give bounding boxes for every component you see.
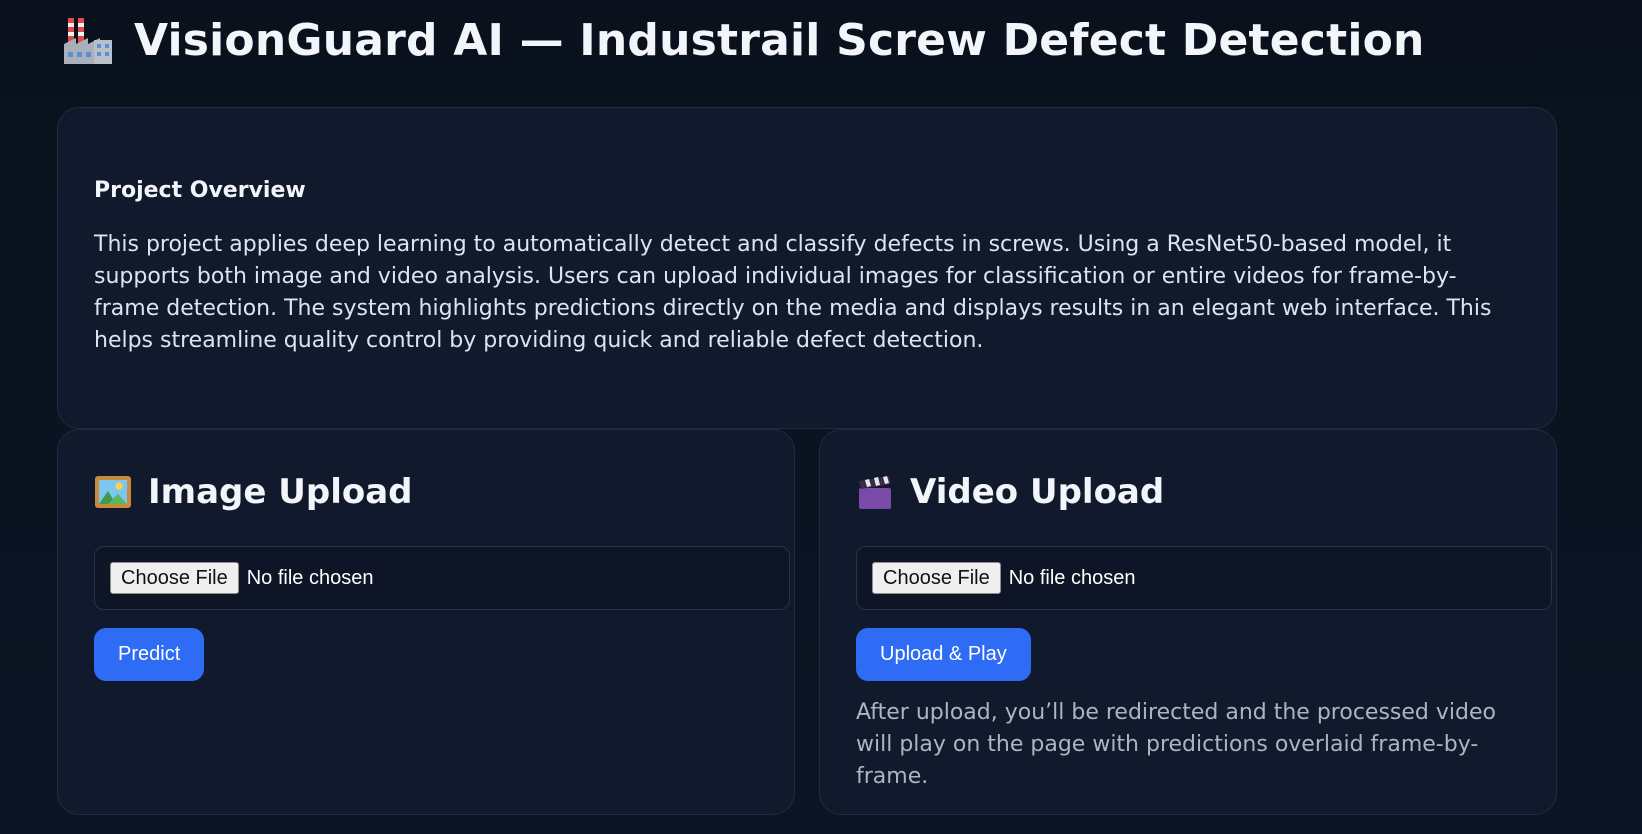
- image-file-input[interactable]: Choose File No file chosen: [94, 546, 790, 610]
- framed-picture-icon: [94, 473, 132, 511]
- video-file-status: No file chosen: [1008, 566, 1136, 589]
- header: VisionGuard AI — Industrail Screw Defect…: [62, 14, 1425, 66]
- video-file-input[interactable]: Choose File No file chosen: [856, 546, 1552, 610]
- project-overview-card: Project Overview This project applies de…: [57, 107, 1557, 429]
- predict-button[interactable]: Predict: [94, 628, 205, 681]
- image-file-status: No file chosen: [246, 566, 374, 589]
- overview-heading: Project Overview: [94, 178, 306, 203]
- image-upload-heading: Image Upload: [94, 470, 794, 514]
- upload-and-play-button[interactable]: Upload & Play: [856, 628, 1031, 681]
- video-upload-heading: Video Upload: [856, 470, 1556, 514]
- image-choose-file-button[interactable]: Choose File: [110, 562, 239, 594]
- video-upload-title: Video Upload: [910, 472, 1165, 512]
- page: VisionGuard AI — Industrail Screw Defect…: [0, 0, 1642, 834]
- clapper-board-icon: [856, 473, 894, 511]
- page-title: VisionGuard AI — Industrail Screw Defect…: [134, 14, 1425, 66]
- video-upload-card: Video Upload Choose File No file chosen …: [819, 429, 1557, 815]
- overview-text: This project applies deep learning to au…: [94, 232, 1492, 353]
- image-upload-title: Image Upload: [148, 472, 413, 512]
- video-choose-file-button[interactable]: Choose File: [872, 562, 1001, 594]
- video-upload-note: After upload, you’ll be redirected and t…: [856, 700, 1496, 789]
- factory-icon: [62, 14, 114, 66]
- image-upload-card: Image Upload Choose File No file chosen …: [57, 429, 795, 815]
